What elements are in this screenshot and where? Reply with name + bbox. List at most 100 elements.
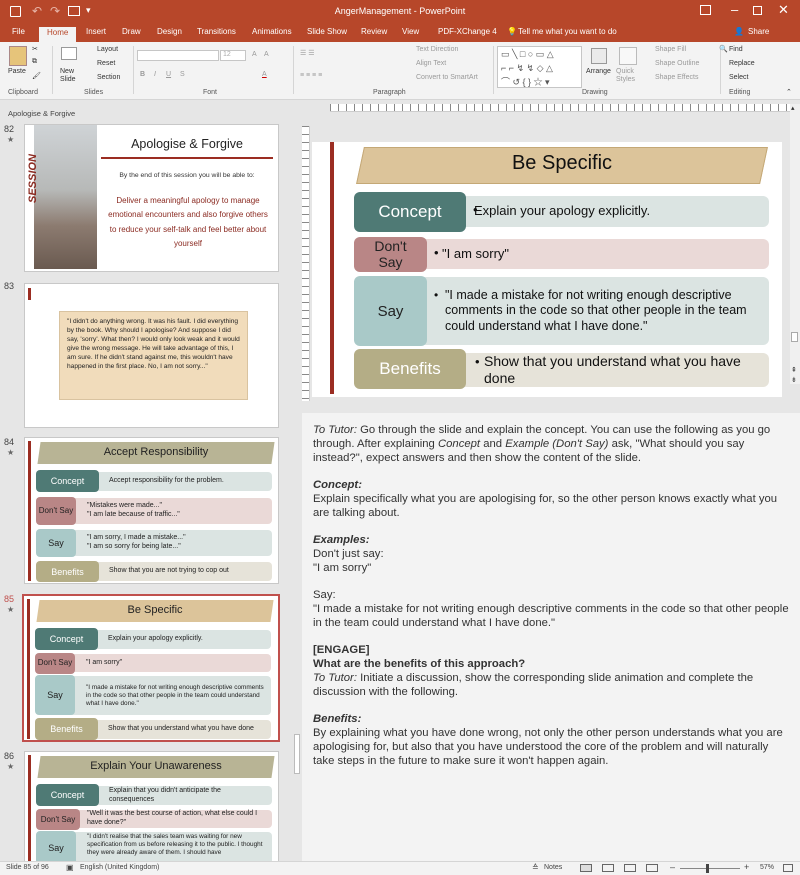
shadow-button[interactable]: S [180, 71, 185, 78]
language-indicator[interactable]: English (United Kingdom) [80, 864, 159, 871]
save-icon[interactable] [10, 6, 21, 17]
decrease-font-icon[interactable]: A [264, 51, 269, 58]
tab-review[interactable]: Review [361, 27, 387, 36]
slideshow-icon[interactable] [646, 864, 658, 872]
editor-scrollbar[interactable]: ▴ ⇞ ⇟ [790, 104, 800, 384]
paste-button[interactable]: Paste [8, 68, 26, 75]
qat-customize-icon[interactable]: ▾ [86, 5, 91, 16]
scrollbar-thumb[interactable] [791, 332, 798, 342]
thumbnail-scrollbar[interactable] [292, 104, 302, 861]
increase-font-icon[interactable]: A [252, 51, 257, 58]
scrollbar-thumb[interactable] [294, 734, 300, 774]
font-color-button[interactable]: A [262, 71, 267, 78]
tab-file[interactable]: File [12, 27, 25, 36]
arrange-button[interactable]: Arrange [586, 68, 611, 75]
say-pill[interactable]: Say [354, 276, 427, 346]
tab-view[interactable]: View [402, 27, 419, 36]
divider [133, 46, 134, 94]
slide-thumbnail-86[interactable]: Explain Your Unawareness Explain that yo… [24, 751, 279, 861]
tab-pdf-xchange[interactable]: PDF-XChange 4 [438, 27, 497, 36]
zoom-in-button[interactable]: + [744, 862, 749, 872]
shape-fill-button[interactable]: Shape Fill [655, 46, 686, 53]
replace-button[interactable]: Replace [729, 60, 755, 67]
start-presentation-icon[interactable] [68, 6, 80, 16]
font-name-input[interactable] [137, 50, 219, 61]
slide-sorter-icon[interactable] [602, 864, 614, 872]
find-button[interactable]: Find [729, 46, 743, 53]
bullets-icon[interactable]: ☰ ☰ [300, 49, 315, 57]
concept-pill[interactable]: Concept [354, 192, 466, 232]
minimize-button[interactable]: – [731, 2, 738, 17]
paste-icon[interactable] [9, 46, 27, 66]
zoom-level[interactable]: 57% [760, 864, 774, 871]
text-direction-button[interactable]: Text Direction [416, 46, 458, 53]
slide-thumbnail-84[interactable]: Accept Responsibility Accept responsibil… [24, 437, 279, 584]
shape-outline-button[interactable]: Shape Outline [655, 60, 699, 67]
dont-label: Don't Say [37, 658, 73, 668]
quick-styles-icon[interactable] [619, 47, 637, 65]
notes-button[interactable]: Notes [544, 864, 562, 871]
ribbon-display-icon[interactable] [700, 5, 711, 15]
tell-me-search[interactable]: Tell me what you want to do [518, 27, 617, 36]
zoom-slider-thumb[interactable] [706, 864, 709, 873]
slide-thumbnail-85[interactable]: Be Specific Explain your apology explici… [22, 594, 280, 742]
convert-smartart-button[interactable]: Convert to SmartArt [416, 74, 478, 81]
spellcheck-icon[interactable]: ▣ [66, 863, 74, 872]
italic-button[interactable]: I [154, 71, 156, 78]
share-button[interactable]: Share [748, 27, 769, 36]
scroll-up-icon[interactable]: ▴ [791, 104, 795, 112]
slide-thumbnail-pane[interactable]: Apologise & Forgive 82 ★ SESSION Apologi… [0, 104, 292, 861]
fit-slide-icon[interactable] [783, 864, 793, 872]
maximize-button[interactable] [753, 6, 762, 15]
align-text-button[interactable]: Align Text [416, 60, 446, 67]
tab-home[interactable]: Home [39, 27, 77, 42]
bullet-icon: • [434, 245, 439, 260]
normal-view-icon[interactable] [580, 864, 592, 872]
underline-button[interactable]: U [166, 71, 171, 78]
vertical-ruler [302, 126, 310, 401]
dont-pill[interactable]: Don't Say [354, 237, 427, 272]
shape-effects-button[interactable]: Shape Effects [655, 74, 698, 81]
tab-design[interactable]: Design [157, 27, 182, 36]
layout-button[interactable]: Layout [97, 46, 118, 53]
tab-insert[interactable]: Insert [86, 27, 106, 36]
align-icons[interactable]: ≡ ≡ ≡ ≡ [300, 72, 322, 79]
notes-text: and [480, 438, 506, 450]
tab-transitions[interactable]: Transitions [197, 27, 236, 36]
share-icon[interactable]: 👤 [734, 27, 744, 36]
new-slide-icon[interactable] [61, 47, 77, 60]
collapse-ribbon-icon[interactable]: ⌃ [786, 88, 792, 96]
current-slide[interactable]: Be Specific Explain your apology explici… [312, 142, 782, 397]
slide-counter: Slide 85 of 96 [6, 864, 49, 871]
slide-thumbnail-83[interactable]: "I didn't do anything wrong. It was his … [24, 283, 279, 428]
reading-view-icon[interactable] [624, 864, 636, 872]
tab-draw[interactable]: Draw [122, 27, 141, 36]
section-header[interactable]: Apologise & Forgive [8, 109, 75, 118]
slide-title[interactable]: Be Specific [360, 152, 764, 175]
bold-button[interactable]: B [140, 71, 145, 78]
slide-thumbnail-82[interactable]: SESSION Apologise & Forgive By the end o… [24, 124, 279, 272]
new-slide-button[interactable]: New Slide [60, 68, 82, 83]
select-button[interactable]: Select [729, 74, 748, 81]
arrange-icon[interactable] [591, 48, 607, 64]
quick-styles-button[interactable]: Quick Styles [616, 68, 642, 83]
zoom-slider[interactable] [680, 868, 740, 869]
redo-icon[interactable]: ↷ [50, 4, 60, 18]
reset-button[interactable]: Reset [97, 60, 115, 67]
tab-animations[interactable]: Animations [252, 27, 292, 36]
font-size-input[interactable]: 12 [220, 50, 246, 61]
shapes-gallery[interactable]: ▭ ╲ □ ○ ▭ △ ⌐ ⌐ ↯ ↯ ◇ △ ⌒ ↺ { } ☆ ▾ [497, 46, 582, 88]
format-painter-icon[interactable]: 🖌 [32, 72, 41, 80]
undo-icon[interactable]: ↶ [32, 4, 42, 18]
tab-slideshow[interactable]: Slide Show [307, 27, 347, 36]
benefits-pill[interactable]: Benefits [354, 349, 466, 389]
dont-pill: Don't Say [35, 653, 75, 674]
zoom-out-button[interactable]: – [670, 862, 675, 872]
next-slide-icon[interactable]: ⇟ [791, 376, 797, 384]
close-button[interactable]: ✕ [778, 2, 789, 18]
copy-icon[interactable]: ⧉ [32, 58, 37, 66]
notes-pane[interactable]: To Tutor: Go through the slide and expla… [302, 413, 800, 861]
cut-icon[interactable]: ✂ [32, 45, 38, 53]
prev-slide-icon[interactable]: ⇞ [791, 366, 797, 374]
section-button[interactable]: Section [97, 74, 120, 81]
